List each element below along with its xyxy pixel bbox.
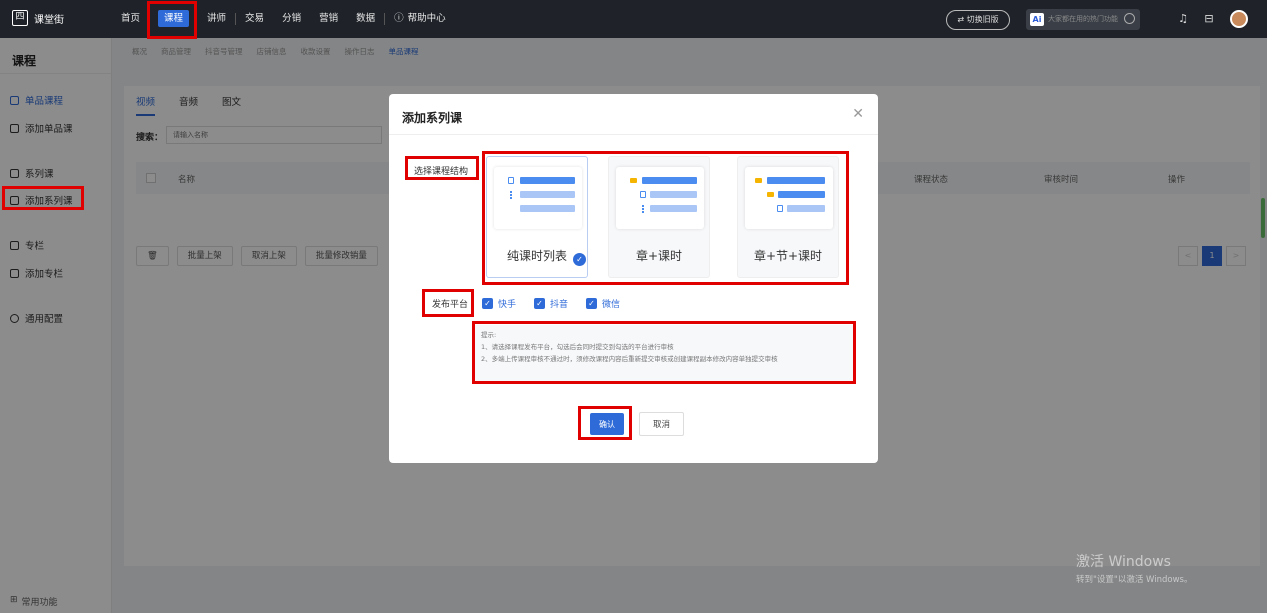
structure-card-chapters[interactable]: 章+课时 [608, 156, 710, 278]
global-search[interactable]: Ai 大家都在用的热门功能 [1026, 9, 1140, 30]
app-name: 课堂街 [34, 14, 64, 26]
windows-activation-watermark: 激活 Windows 转到"设置"以激活 Windows。 [1076, 551, 1192, 585]
ai-icon: Ai [1030, 13, 1044, 26]
global-search-placeholder: 大家都在用的热门功能 [1048, 15, 1118, 23]
document-icon [640, 191, 646, 198]
layout-icon[interactable]: ⊟ [1203, 13, 1215, 25]
watermark-line2: 转到"设置"以激活 Windows。 [1076, 575, 1193, 585]
document-icon [508, 177, 514, 184]
document-icon [777, 205, 783, 212]
checkbox-checked-icon: ✓ [534, 298, 546, 309]
nav-distribution[interactable]: 分销 [273, 0, 310, 38]
preview-bar [787, 205, 825, 212]
cancel-button[interactable]: 取消 [639, 412, 684, 436]
structure-card-lessons[interactable]: 纯课时列表 ✓ [486, 156, 588, 278]
preview-bar [642, 177, 697, 184]
structure-preview [616, 167, 704, 229]
app-logo[interactable]: 四 课堂街 [12, 10, 64, 26]
hint-line: 2、多端上传课程审核不通过时，须修改课程内容后重新提交审核或创建课程副本修改内容… [481, 355, 778, 363]
folder-icon [630, 178, 637, 183]
search-icon [1124, 13, 1135, 24]
nav-help[interactable]: ⓘ 帮助中心 [385, 0, 455, 38]
checkmark-icon: ✓ [573, 253, 586, 266]
platform-kuaishou-checkbox[interactable]: ✓ 快手 [482, 297, 516, 310]
structure-preview [745, 167, 833, 229]
card-label: 章+课时 [635, 249, 683, 263]
platform-name: 快手 [498, 300, 517, 310]
nav-trade[interactable]: 交易 [236, 0, 273, 38]
preview-bar [650, 191, 697, 198]
dots-icon [510, 191, 512, 199]
platform-name: 微信 [602, 300, 621, 310]
platform-wechat-checkbox[interactable]: ✓ 微信 [586, 297, 620, 310]
help-icon: ⓘ [394, 13, 404, 24]
common-functions[interactable]: ⊞ 常用功能 [10, 595, 58, 608]
dots-icon [642, 205, 644, 213]
add-series-dialog: 添加系列课 ✕ 选择课程结构 纯课时列表 ✓ 章+课时 章+节+课时 发布平台 … [389, 94, 878, 463]
watermark-line1: 激活 Windows [1076, 554, 1171, 570]
nav-marketing[interactable]: 营销 [310, 0, 347, 38]
folder-icon [767, 192, 774, 197]
avatar[interactable] [1230, 10, 1248, 28]
card-label: 纯课时列表 [506, 249, 567, 263]
close-icon[interactable]: ✕ [852, 106, 864, 122]
hint-title: 提示: [481, 331, 497, 339]
structure-card-sections[interactable]: 章+节+课时 [737, 156, 839, 278]
nav-courses[interactable]: 课程 [149, 0, 198, 38]
structure-label: 选择课程结构 [409, 161, 474, 180]
grid-icon: ⊞ [10, 595, 18, 605]
divider [389, 134, 878, 135]
top-bar: 四 课堂街 首页 课程 讲师 交易 分销 营销 数据 ⓘ 帮助中心 ⇄ 切换旧版… [0, 0, 1267, 38]
nav-courses-label: 课程 [158, 10, 190, 27]
preview-bar [520, 177, 575, 184]
bell-icon[interactable]: ♫ [1177, 13, 1189, 25]
switch-old-version-button[interactable]: ⇄ 切换旧版 [946, 10, 1010, 30]
nav-teachers[interactable]: 讲师 [198, 0, 235, 38]
logo-icon: 四 [12, 10, 28, 26]
platform-options: ✓ 快手 ✓ 抖音 ✓ 微信 [482, 297, 620, 310]
common-functions-label: 常用功能 [21, 598, 58, 608]
folder-icon [755, 178, 762, 183]
preview-bar [767, 177, 825, 184]
nav-help-label: 帮助中心 [407, 13, 446, 24]
platform-name: 抖音 [550, 300, 569, 310]
nav-data[interactable]: 数据 [347, 0, 384, 38]
preview-bar [520, 205, 575, 212]
card-label: 章+节+课时 [753, 249, 823, 263]
top-nav: 首页 课程 讲师 交易 分销 营销 数据 ⓘ 帮助中心 [112, 0, 455, 38]
hint-line: 1、请选择课程发布平台，勾选后会同时提交到勾选的平台进行审核 [481, 343, 674, 351]
preview-bar [778, 191, 825, 198]
nav-home[interactable]: 首页 [112, 0, 149, 38]
platform-label: 发布平台 [427, 294, 474, 313]
structure-preview [494, 167, 582, 229]
preview-bar [520, 191, 575, 198]
hint-box: 提示: 1、请选择课程发布平台，勾选后会同时提交到勾选的平台进行审核 2、多端上… [475, 325, 855, 381]
preview-bar [650, 205, 697, 212]
platform-douyin-checkbox[interactable]: ✓ 抖音 [534, 297, 568, 310]
checkbox-checked-icon: ✓ [586, 298, 598, 309]
dialog-title: 添加系列课 [402, 111, 463, 125]
confirm-button[interactable]: 确认 [590, 413, 624, 435]
checkbox-checked-icon: ✓ [482, 298, 493, 309]
